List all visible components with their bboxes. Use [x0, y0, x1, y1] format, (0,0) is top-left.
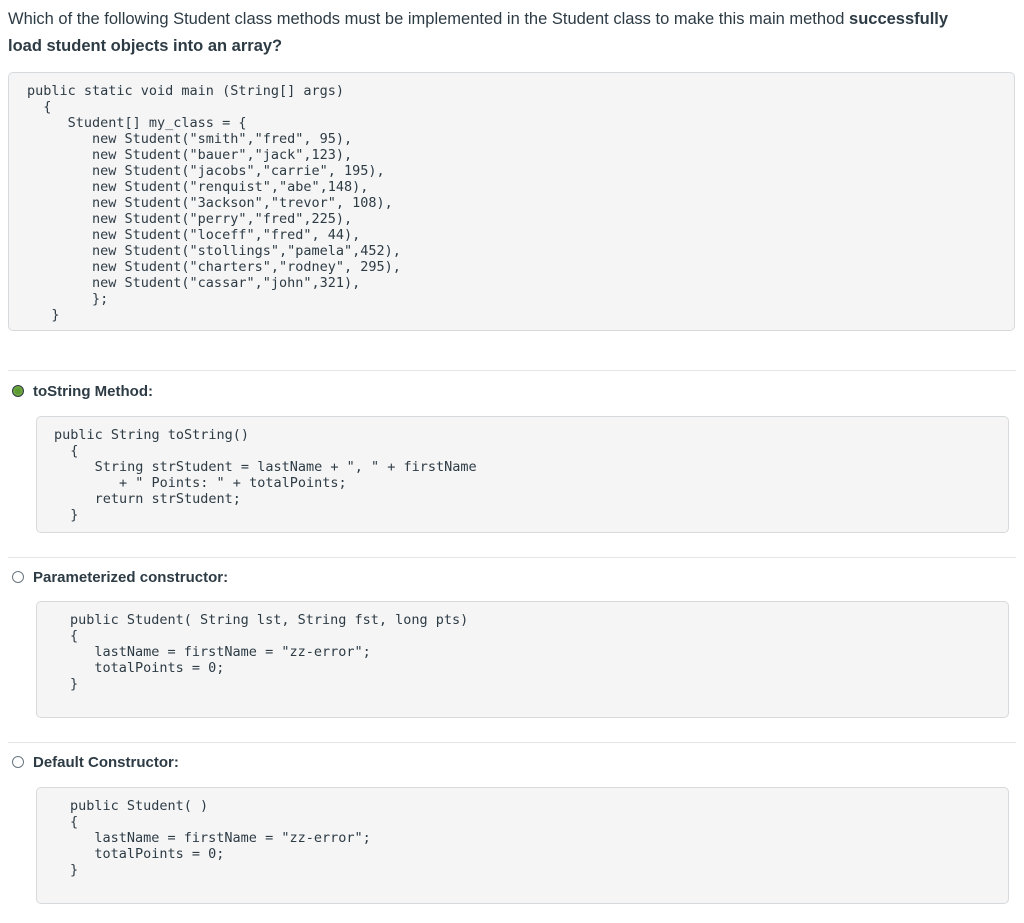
divider: [8, 557, 1016, 558]
radio-unselected-icon[interactable]: [12, 756, 24, 768]
question-text: Which of the following Student class met…: [8, 6, 1008, 60]
answer-option-parameterized-constructor[interactable]: Parameterized constructor:: [12, 566, 228, 588]
default-constructor-code: public Student( ) { lastName = firstName…: [70, 798, 371, 878]
question-emphasis: successfully: [849, 10, 949, 28]
question-text-part: Which of the following Student class met…: [8, 10, 850, 28]
tostring-code-block: public String toString() { String strStu…: [36, 416, 1009, 533]
question-emphasis-line2: load student objects into an array?: [8, 37, 283, 55]
radio-unselected-icon[interactable]: [12, 571, 24, 583]
main-method-code-block: public static void main (String[] args) …: [8, 72, 1015, 331]
option-label: toString Method:: [33, 382, 153, 400]
radio-selected-icon[interactable]: [12, 385, 24, 397]
answer-option-tostring[interactable]: toString Method:: [12, 380, 153, 402]
option-label: Parameterized constructor:: [33, 568, 229, 586]
default-constructor-code-block: public Student( ) { lastName = firstName…: [36, 787, 1009, 904]
tostring-code: public String toString() { String strStu…: [54, 427, 477, 523]
divider: [8, 370, 1016, 371]
parameterized-constructor-code-block: public Student( String lst, String fst, …: [36, 601, 1009, 718]
divider: [8, 742, 1016, 743]
option-label: Default Constructor:: [33, 753, 179, 771]
answer-option-default-constructor[interactable]: Default Constructor:: [12, 751, 179, 773]
main-method-code: public static void main (String[] args) …: [27, 83, 401, 323]
parameterized-constructor-code: public Student( String lst, String fst, …: [70, 612, 469, 692]
